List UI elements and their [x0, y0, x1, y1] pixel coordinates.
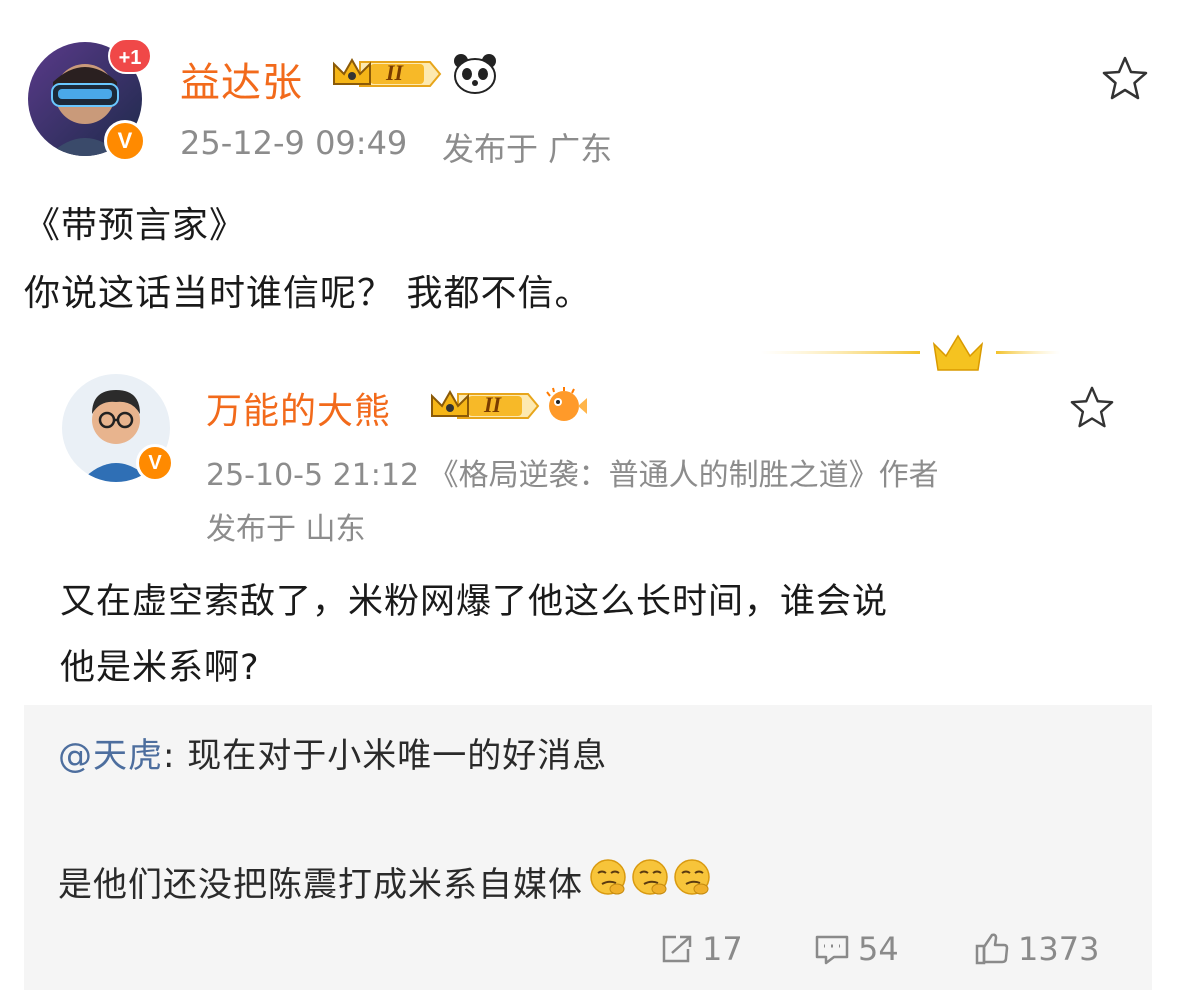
reply-line1: @天虎: 现在对于小米唯一的好消息: [58, 728, 607, 777]
post-location: 发布于 广东: [442, 130, 613, 168]
verified-badge: V: [104, 120, 146, 162]
post-time: 25-12-9 09:49: [180, 124, 408, 162]
reply-text-line1: : 现在对于小米唯一的好消息: [163, 736, 608, 776]
panda-icon: [452, 52, 498, 94]
quoted-verified-badge: V: [136, 444, 174, 482]
level-label: II: [386, 60, 404, 85]
repost-count: 17: [702, 930, 743, 968]
quoted-favorite-star-icon[interactable]: [1068, 384, 1116, 430]
comment-button[interactable]: 54: [814, 930, 899, 968]
post-text-line2: 你说这话当时谁信呢？ 我都不信。: [24, 273, 592, 314]
like-count: 1373: [1018, 930, 1100, 968]
favorite-star-icon[interactable]: [1100, 54, 1150, 102]
decorative-divider: [760, 332, 1060, 376]
notification-badge: +1: [108, 38, 152, 74]
level-badge[interactable]: II: [330, 54, 442, 94]
reply-line2: 是他们还没把陈震打成米系自媒体: [58, 856, 713, 907]
quoted-text-line2: 他是米系啊?: [60, 648, 260, 688]
smirk-emoji-icon: [587, 856, 713, 907]
comment-icon: [815, 935, 849, 965]
quoted-level-label: II: [484, 392, 502, 417]
reply-text-line2: 是他们还没把陈震打成米系自媒体: [58, 865, 583, 905]
comment-count: 54: [858, 930, 899, 968]
author-name[interactable]: 益达张: [180, 50, 303, 108]
repost-icon: [662, 935, 692, 963]
quoted-level-badge[interactable]: II: [428, 386, 540, 426]
quoted-text-line1: 又在虚空索敌了，米粉网爆了他这么长时间，谁会说: [60, 582, 889, 622]
quoted-location: 发布于 山东: [206, 512, 366, 547]
post-text-line1: 《带预言家》: [24, 205, 247, 246]
repost-button[interactable]: 17: [660, 930, 743, 968]
pufferfish-icon: [544, 386, 588, 426]
quoted-author-name[interactable]: 万能的大熊: [206, 382, 391, 434]
like-button[interactable]: 1373: [974, 930, 1099, 968]
crown-icon: [932, 334, 984, 371]
thumbs-up-icon: [975, 933, 1009, 965]
quoted-meta-line1: 25-10-5 21:12 《格局逆袭：普通人的制胜之道》作者: [206, 458, 939, 493]
mention-link[interactable]: @天虎: [58, 736, 163, 776]
